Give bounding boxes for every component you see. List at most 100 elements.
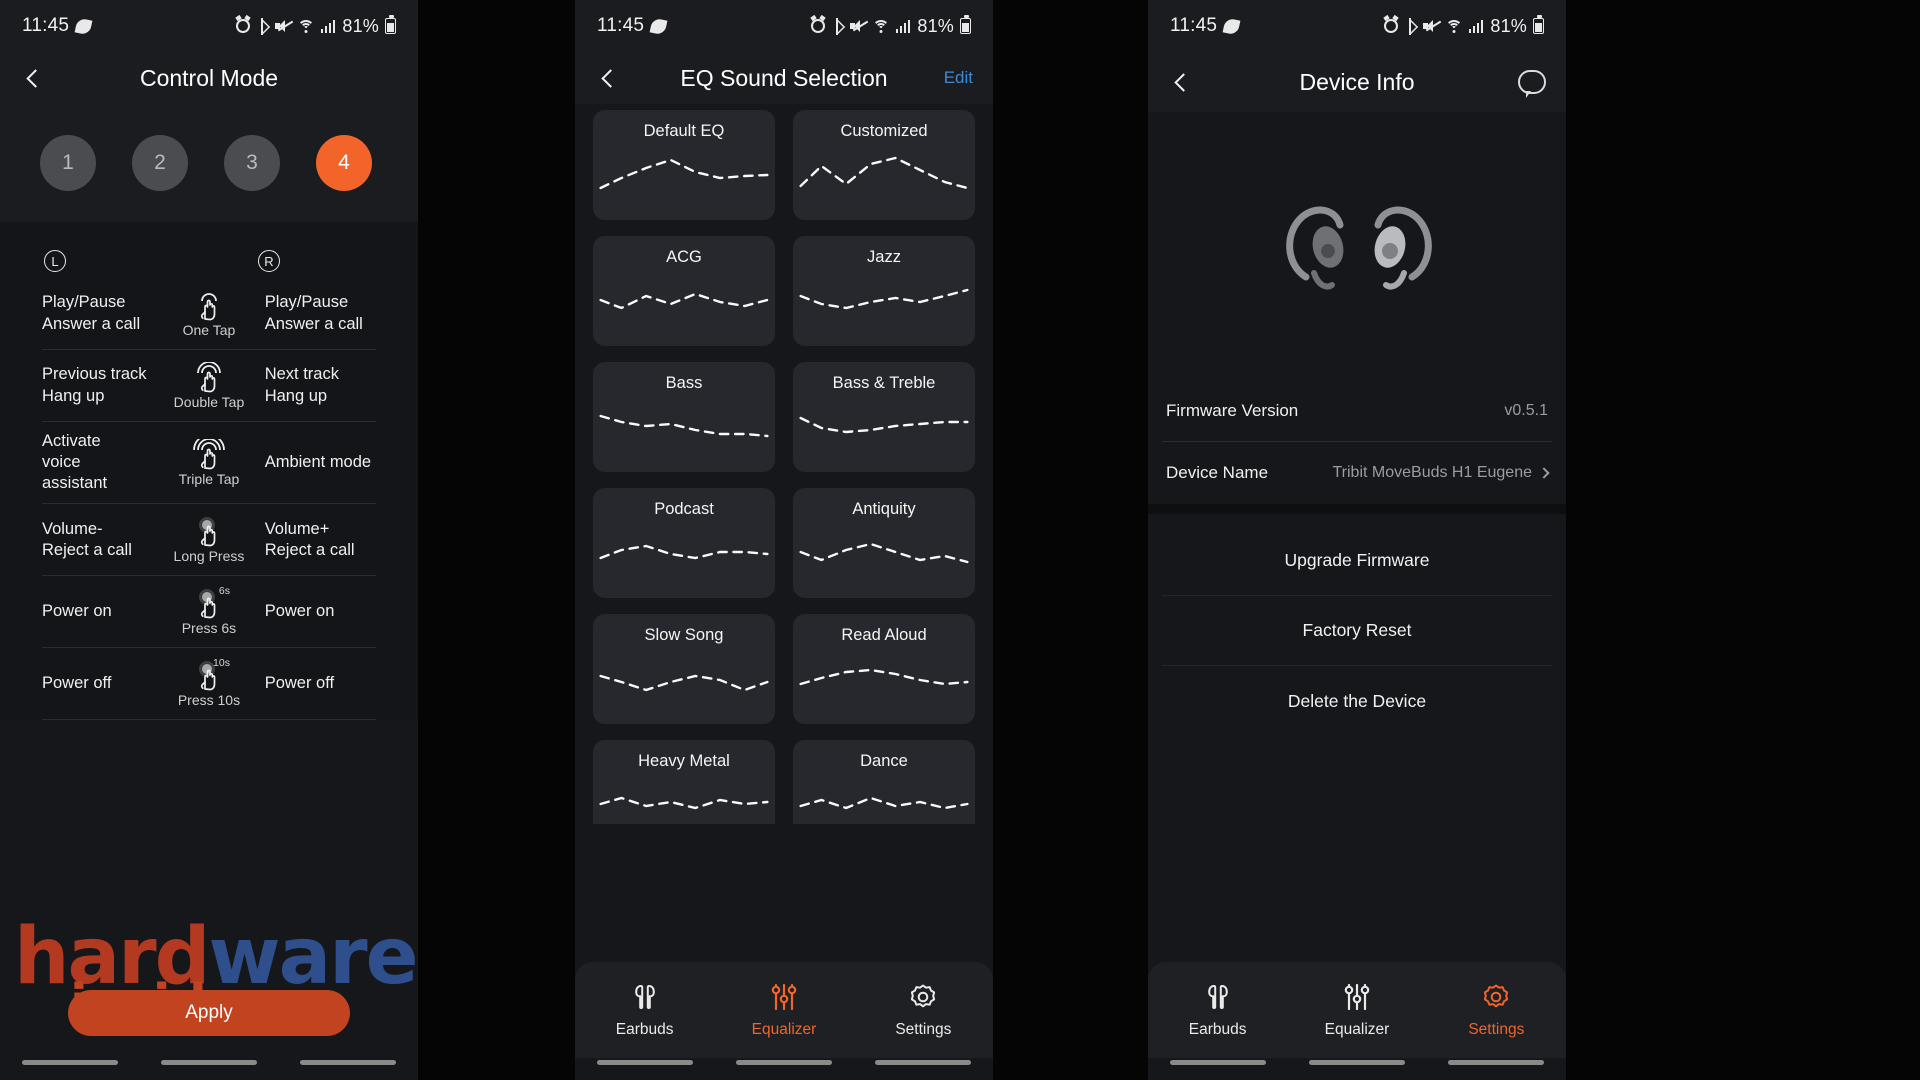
device-info-list: Firmware Version v0.5.1 Device Name Tribit …: [1148, 380, 1566, 504]
device-info-value: v0.5.1: [1504, 402, 1548, 420]
mode-button-1[interactable]: 1: [40, 135, 96, 191]
device-hero: [1148, 112, 1566, 380]
hand-tap-icon: [192, 516, 226, 547]
nav-item-equalizer[interactable]: Equalizer: [1287, 982, 1426, 1039]
alarm-icon: [1383, 19, 1398, 33]
gesture-cell: 6s Press 6s: [167, 585, 250, 636]
nav-item-settings[interactable]: Settings: [1427, 982, 1566, 1039]
gesture-label: One Tap: [182, 321, 236, 338]
gesture-cell: Long Press: [167, 516, 250, 564]
gesture-cell: One Tap: [167, 290, 250, 338]
back-button-1[interactable]: [20, 63, 50, 93]
status-time: 11:45: [22, 15, 70, 36]
battery-percent-3: 81%: [1490, 15, 1527, 36]
cellular-icon: [320, 19, 336, 33]
cellular-icon: [895, 19, 911, 33]
control-row[interactable]: Activate voice assistant Triple Tap Ambient…: [42, 422, 376, 505]
control-right-action: Volume+ Reject a call: [264, 519, 355, 559]
device-action-delete-the-device[interactable]: Delete the Device: [1162, 666, 1552, 736]
edit-button[interactable]: Edit: [944, 68, 973, 88]
eq-preset-card[interactable]: Read Aloud: [793, 614, 975, 724]
chevron-right-icon: [1538, 467, 1550, 479]
eq-preset-card[interactable]: Bass & Treble: [793, 362, 975, 472]
left-badge: L: [44, 250, 66, 272]
control-row[interactable]: Previous track Hang up Double Tap Next tra…: [42, 350, 376, 422]
eq-preset-card[interactable]: Heavy Metal: [593, 740, 775, 824]
bluetooth-icon: [831, 17, 844, 35]
gesture-duration-badge: 6s: [218, 584, 230, 597]
eq-preset-name: Slow Song: [644, 626, 724, 644]
mute-icon: [274, 19, 294, 33]
hand-tap-icon: 6s: [192, 585, 230, 619]
chat-bubble-icon[interactable]: [1518, 70, 1546, 98]
control-right-action: Next track Hang up: [264, 365, 339, 405]
control-left-action: Power off: [42, 674, 112, 693]
eq-preset-card[interactable]: Default EQ: [593, 110, 775, 220]
eq-preset-card[interactable]: Dance: [793, 740, 975, 824]
status-bar-right-2: 81%: [810, 15, 971, 37]
nav-item-earbuds[interactable]: Earbuds: [575, 982, 714, 1039]
status-bar-left-3: 11:45: [1170, 15, 1241, 37]
status-bar-right-3: 81%: [1383, 15, 1544, 37]
bluetooth-icon: [256, 17, 269, 35]
eq-scroll-area[interactable]: Default EQ Customized ACG Jazz Bass Bass…: [575, 104, 993, 824]
gesture-cell: Triple Tap: [167, 438, 250, 487]
gesture-label: Press 10s: [177, 691, 241, 708]
device-info-value-text: Tribit MoveBuds H1 Eugene: [1332, 464, 1532, 481]
control-right-action: Power on: [264, 602, 335, 621]
mode-button-2[interactable]: 2: [132, 135, 188, 191]
screenshot-root: 11:45 81% Control Mode 1234 L R Play/Pau…: [0, 0, 1920, 1080]
hand-tap-icon: [192, 290, 226, 320]
hand-tap-icon: [192, 438, 226, 470]
gesture-label: Press 6s: [181, 619, 237, 636]
eq-preset-card[interactable]: Bass: [593, 362, 775, 472]
mode-button-3[interactable]: 3: [224, 135, 280, 191]
mute-icon: [1422, 19, 1442, 33]
eq-preset-card[interactable]: ACG: [593, 236, 775, 346]
eq-preset-card[interactable]: Podcast: [593, 488, 775, 598]
status-time-2: 11:45: [597, 15, 645, 36]
control-left-action: Play/Pause Answer a call: [42, 293, 141, 333]
nav-item-equalizer[interactable]: Equalizer: [714, 982, 853, 1039]
nav-item-earbuds[interactable]: Earbuds: [1148, 982, 1287, 1039]
nav-item-settings[interactable]: Settings: [854, 982, 993, 1039]
eq-preset-card[interactable]: Jazz: [793, 236, 975, 346]
control-row[interactable]: Power off 10s Press 10s Power off: [42, 648, 376, 721]
status-time-3: 11:45: [1170, 15, 1218, 36]
bottom-nav-2: Earbuds Equalizer Settings: [575, 962, 993, 1058]
back-button-2[interactable]: [595, 63, 625, 93]
apply-button[interactable]: Apply: [68, 990, 350, 1036]
cellular-icon: [1468, 19, 1484, 33]
mode-selector: 1234: [0, 104, 418, 222]
gear-icon: [1481, 982, 1511, 1012]
alarm-icon: [235, 19, 250, 33]
eq-preset-card[interactable]: Customized: [793, 110, 975, 220]
back-chevron-icon: [600, 68, 620, 88]
eq-preset-name: Jazz: [867, 248, 901, 266]
device-info-row: Firmware Version v0.5.1: [1162, 380, 1552, 442]
eq-preset-card[interactable]: Slow Song: [593, 614, 775, 724]
eq-preset-name: Default EQ: [643, 122, 725, 140]
eq-preset-name: Read Aloud: [841, 626, 927, 644]
gesture-label: Triple Tap: [178, 470, 240, 487]
control-row[interactable]: Volume- Reject a call Long Press Volume+ Re…: [42, 504, 376, 577]
device-action-factory-reset[interactable]: Factory Reset: [1162, 596, 1552, 666]
eq-preset-card[interactable]: Antiquity: [793, 488, 975, 598]
eq-preset-grid: Default EQ Customized ACG Jazz Bass Bass…: [593, 110, 975, 824]
gesture-duration-badge: 10s: [213, 656, 230, 669]
device-info-value: Tribit MoveBuds H1 Eugene: [1332, 464, 1550, 482]
left-earbud-header: L: [0, 250, 168, 272]
mode-button-4[interactable]: 4: [316, 135, 372, 191]
back-button-3[interactable]: [1168, 67, 1198, 97]
earbuds-icon: [630, 982, 660, 1012]
device-info-row[interactable]: Device Name Tribit MoveBuds H1 Eugene: [1162, 442, 1552, 504]
control-row[interactable]: Power on 6s Press 6s Power on: [42, 576, 376, 649]
control-right-action: Play/Pause Answer a call: [264, 293, 363, 333]
eq-preset-name: Podcast: [654, 500, 714, 518]
right-earbud-header: R: [250, 250, 418, 272]
eq-preset-name: Bass & Treble: [832, 374, 936, 392]
device-info-label: Device Name: [1166, 463, 1269, 482]
control-row[interactable]: Play/Pause Answer a call One Tap Play/Paus…: [42, 278, 376, 350]
control-left-action: Power on: [42, 602, 112, 621]
device-action-upgrade-firmware[interactable]: Upgrade Firmware: [1162, 526, 1552, 596]
